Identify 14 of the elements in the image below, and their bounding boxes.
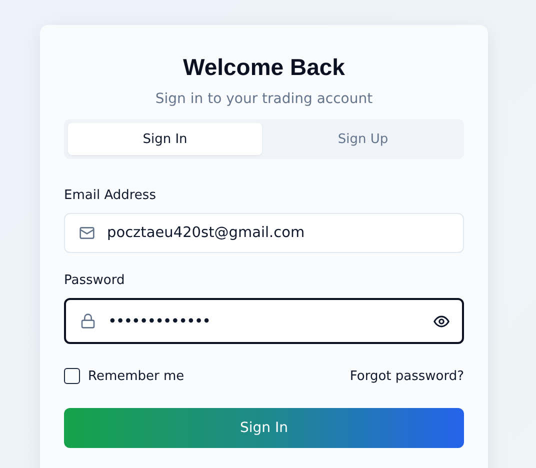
tab[interactable]: Sign In [68,123,262,155]
sign-in-button[interactable]: Sign In [64,408,464,448]
input-field[interactable]: pocztaeu420st@gmail.com [64,213,464,253]
field-label: Password [64,273,126,289]
forgot-password-link[interactable]: Forgot password? [350,368,464,384]
lock-icon [80,313,96,329]
input-field[interactable]: ••••••••••••• [64,298,464,344]
card-subtitle: Sign in to your trading account [154,90,374,109]
tab[interactable]: Sign Up [266,123,460,155]
remember-checkbox[interactable] [64,368,80,384]
field-label: Email Address [64,188,157,204]
checkbox-label: Remember me [88,368,184,384]
mail-icon [79,225,95,241]
card-title: Welcome Back [182,53,346,82]
